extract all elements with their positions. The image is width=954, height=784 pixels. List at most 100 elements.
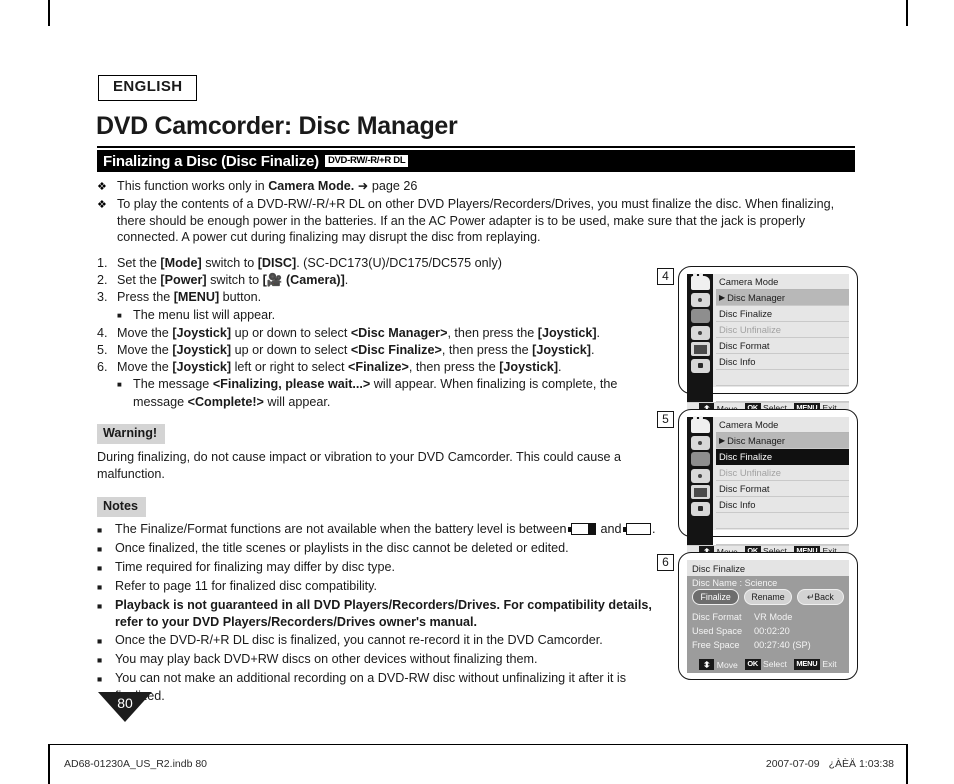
lcd-info-value: 00:02:20 — [754, 626, 790, 636]
menu-category-gear-icon[interactable] — [690, 358, 710, 373]
lcd-display: Disc Finalize Disc Name : Science Finalize… — [687, 560, 849, 673]
dpad-icon — [699, 659, 715, 670]
lcd-menu-item[interactable]: Disc Finalize — [716, 306, 849, 322]
lcd-menu-item[interactable]: Disc Info — [716, 497, 849, 513]
language-label: ENGLISH — [98, 75, 198, 101]
lcd-menu-item-label: Disc Format — [719, 340, 770, 351]
menu-category-disc-icon[interactable] — [690, 292, 710, 307]
menu-category-disc-icon[interactable] — [690, 468, 710, 483]
lcd-menu-item-label: Disc Format — [719, 483, 770, 494]
step-item: 3. Press the [MENU] button. — [97, 289, 657, 306]
notes-list: ■ The Finalize/Format functions are not a… — [97, 521, 657, 705]
square-bullet-icon: ■ — [117, 310, 122, 320]
menu-category-dark-icon[interactable] — [690, 452, 710, 466]
menu-category-disc-icon[interactable] — [690, 435, 710, 450]
lcd-menu-item[interactable]: Disc Finalize — [716, 449, 849, 465]
step-sub-item: ■ The message <Finalizing, please wait...… — [97, 376, 657, 411]
lcd-menu-body: Camera Mode ▶ Disc Manager Disc Finalize Dis… — [687, 416, 849, 545]
lcd-footer-hint: MENUExit — [793, 659, 837, 670]
lcd-menu-item[interactable]: Disc Unfinalize — [716, 322, 849, 338]
lcd-info-key: Used Space — [692, 626, 743, 636]
lcd-button-rename[interactable]: Rename — [744, 589, 792, 605]
menu-category-tv-icon[interactable] — [690, 342, 710, 356]
lcd-info-row: Free Space 00:27:40 (SP) — [692, 638, 844, 652]
square-bullet-icon: ■ — [97, 562, 103, 573]
lcd-screen-illustration: Disc Finalize Disc Name : Science Finalize… — [678, 552, 858, 680]
note-text: Once finalized, the title scenes or play… — [115, 540, 569, 555]
disc-type-badge: DVD-RW/-R/+R DL — [324, 155, 409, 167]
step-number: 2. — [97, 272, 108, 287]
lcd-menu-item-label: Disc Finalize — [719, 451, 773, 462]
page-number-pennant: 80 — [98, 692, 152, 722]
step-number: 4. — [97, 325, 108, 340]
note-item: ■ Playback is not guaranteed in all DVD P… — [97, 597, 657, 632]
lcd-button-back[interactable]: ↵Back — [796, 589, 844, 605]
screen-step-number: 4 — [657, 268, 674, 285]
body-content: ❖ This function works only in Camera Mode… — [97, 178, 834, 705]
note-text: You can not make an additional recording… — [115, 671, 627, 703]
menu-category-cam-icon[interactable] — [690, 416, 710, 433]
square-bullet-icon: ■ — [97, 636, 103, 647]
lcd-menu-item[interactable]: Disc Format — [716, 338, 849, 354]
lcd-footer-hint: OKSelect — [744, 659, 787, 670]
note-text: Refer to page 11 for finalized disc comp… — [115, 578, 378, 593]
lcd-menu-item[interactable]: Disc Format — [716, 481, 849, 497]
ok-key-icon: OK — [744, 659, 761, 670]
lcd-info-key: Free Space — [692, 640, 740, 650]
note-text: You may play back DVD+RW discs on other … — [115, 652, 538, 667]
lcd-menu-item-label: Disc Manager — [727, 435, 785, 446]
square-bullet-icon: ■ — [97, 543, 103, 554]
lcd-footer-label: Exit — [822, 659, 837, 670]
menu-category-dark-icon[interactable] — [690, 309, 710, 323]
menu-category-tv-icon[interactable] — [690, 485, 710, 499]
lcd-mode-header: Camera Mode — [716, 417, 849, 433]
battery-empty-icon — [623, 522, 652, 535]
lcd-mode-header: Camera Mode — [716, 274, 849, 290]
footer-timestamp: 2007-07-09 ¿ÀÈÄ 1:03:38 — [766, 758, 894, 770]
lcd-menu-item[interactable]: Disc Info — [716, 354, 849, 370]
lcd-button-finalize[interactable]: Finalize — [692, 589, 740, 605]
lcd-info-key: Disc Format — [692, 612, 742, 622]
step-item: 6. Move the [Joystick] left or right to s… — [97, 359, 657, 376]
lcd-button-row: Finalize Rename ↵Back — [687, 589, 849, 605]
lcd-menu-item-label: Disc Info — [719, 356, 756, 367]
note-item: ■ You may play back DVD+RW discs on other… — [97, 651, 657, 669]
step-text: Move the [Joystick] left or right to sel… — [117, 360, 562, 375]
lcd-footer-bar: Move OKSelect MENUExit — [687, 656, 849, 673]
menu-category-disc-icon[interactable] — [690, 325, 710, 340]
lcd-menu-item[interactable]: ▶ Disc Manager — [716, 290, 849, 306]
warning-block: Warning! During finalizing, do not cause… — [97, 424, 657, 483]
square-bullet-icon: ■ — [97, 524, 103, 535]
step-number: 5. — [97, 342, 108, 357]
lcd-menu-item[interactable]: Disc Unfinalize — [716, 465, 849, 481]
intro-bullet-text: This function works only in Camera Mode.… — [117, 179, 418, 193]
lcd-menu-rows: Camera Mode ▶ Disc Manager Disc Finalize Dis… — [713, 274, 849, 402]
lcd-footer-hint: Move — [699, 659, 738, 670]
square-bullet-icon: ■ — [97, 581, 103, 592]
note-item: ■ Time required for finalizing may differ… — [97, 559, 657, 577]
lcd-icon-column — [687, 273, 713, 402]
step-item: 5. Move the [Joystick] up or down to sele… — [97, 342, 657, 359]
diamond-bullet-icon: ❖ — [97, 199, 107, 212]
step-text: Move the [Joystick] up or down to select… — [117, 325, 601, 340]
menu-key-icon: MENU — [793, 659, 820, 670]
notes-label: Notes — [97, 497, 146, 517]
menu-category-gear-icon[interactable] — [690, 501, 710, 516]
lcd-menu-item-label: Disc Unfinalize — [719, 324, 781, 335]
manual-page: ENGLISH DVD Camcorder: Disc Manager Fina… — [0, 0, 954, 784]
menu-category-cam-icon[interactable] — [690, 273, 710, 290]
step-number: 3. — [97, 290, 108, 305]
note-text: Once the DVD-R/+R DL disc is finalized, … — [115, 633, 603, 648]
diamond-bullet-icon: ❖ — [97, 181, 107, 193]
step-text: Set the [Power] switch to [🎥 (Camera)]. — [117, 272, 349, 287]
intro-bullet-text: To play the contents of a DVD-RW/-R/+R D… — [117, 197, 835, 245]
footer-file-reference: AD68-01230A_US_R2.indb 80 — [64, 758, 208, 770]
lcd-menu-item[interactable]: ▶ Disc Manager — [716, 433, 849, 449]
lcd-footer-label: Select — [763, 659, 787, 670]
note-item: ■ The Finalize/Format functions are not a… — [97, 521, 657, 539]
step-number: 1. — [97, 255, 108, 270]
lcd-menu-rows: Camera Mode ▶ Disc Manager Disc Finalize Dis… — [713, 417, 849, 545]
intro-bullet-item: ❖ This function works only in Camera Mode… — [97, 178, 657, 195]
lcd-info-row: Used Space 00:02:20 — [692, 624, 844, 638]
step-sub-text: The menu list will appear. — [133, 307, 276, 322]
